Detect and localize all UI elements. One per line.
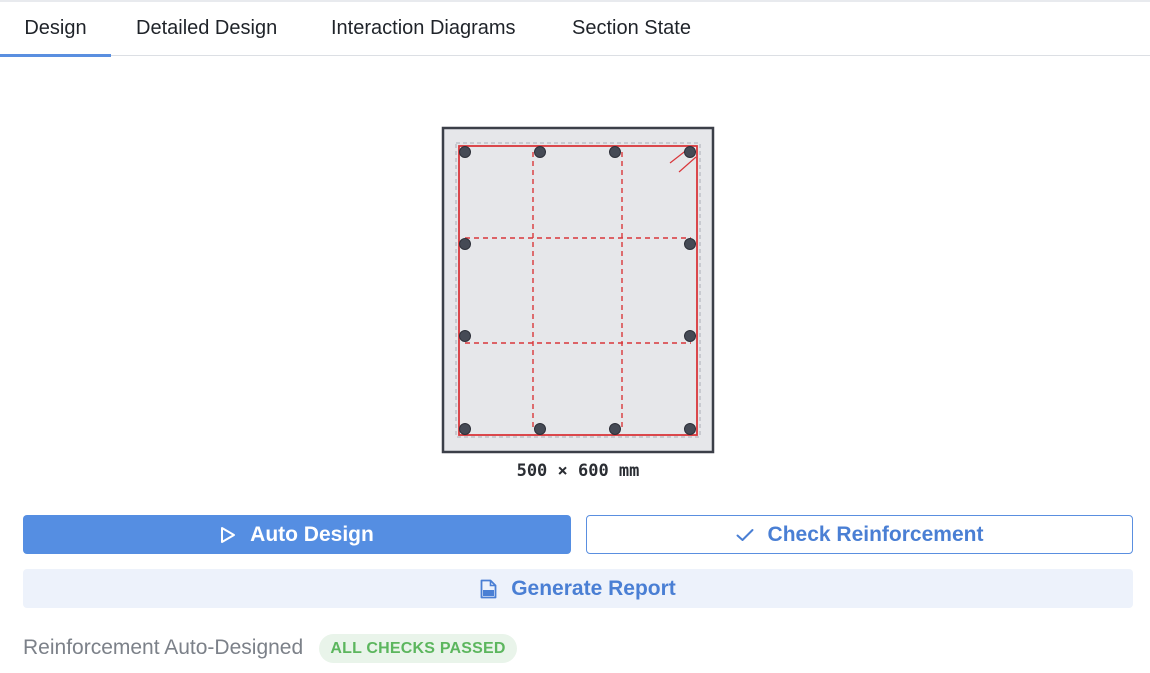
auto-design-button[interactable]: Auto Design	[23, 515, 571, 554]
rebar	[684, 238, 696, 250]
checkmark-icon	[736, 528, 754, 542]
rebar	[534, 423, 546, 435]
play-outline-icon	[220, 526, 236, 544]
concrete-section	[441, 126, 715, 454]
rebar	[459, 423, 471, 435]
tab-design[interactable]: Design	[0, 2, 111, 57]
check-reinforcement-label: Check Reinforcement	[767, 522, 984, 546]
design-status-text: Reinforcement Auto-Designed	[23, 636, 304, 659]
rebar	[459, 146, 471, 158]
auto-design-label: Auto Design	[250, 522, 374, 546]
tab-section-state[interactable]: Section State	[572, 2, 691, 55]
rebar	[684, 423, 696, 435]
pdf-file-icon	[480, 579, 497, 599]
rebar	[609, 423, 621, 435]
rebar	[684, 330, 696, 342]
check-reinforcement-button[interactable]: Check Reinforcement	[586, 515, 1133, 554]
rebar	[609, 146, 621, 158]
tab-detailed-design[interactable]: Detailed Design	[136, 2, 277, 55]
rebar	[459, 330, 471, 342]
tab-bar: Design Detailed Design Interaction Diagr…	[0, 2, 1150, 57]
tab-interaction-diagrams[interactable]: Interaction Diagrams	[331, 2, 516, 55]
generate-report-label: Generate Report	[511, 576, 676, 600]
generate-report-button[interactable]: Generate Report	[23, 569, 1133, 608]
status-badge: ALL CHECKS PASSED	[319, 634, 517, 663]
column-section-drawing	[441, 126, 715, 454]
rebar	[459, 238, 471, 250]
rebar	[684, 146, 696, 158]
section-dimension-label: 500 × 600 mm	[516, 461, 640, 481]
rebar	[534, 146, 546, 158]
